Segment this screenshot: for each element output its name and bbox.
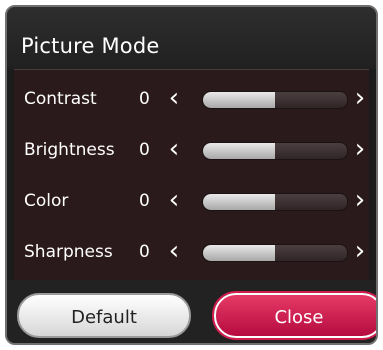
setting-row-contrast: Contrast 0 ‹ › — [14, 78, 369, 118]
decrease-arrow-icon[interactable]: ‹ — [163, 186, 185, 214]
color-slider[interactable] — [202, 193, 348, 211]
button-bar: Default Close — [7, 280, 376, 343]
slider-fill — [203, 245, 275, 261]
close-button[interactable]: Close — [214, 293, 376, 338]
slider-fill — [203, 194, 275, 210]
title-bar: Picture Mode — [7, 7, 376, 69]
setting-value: 0 — [139, 191, 150, 211]
setting-value: 0 — [139, 140, 150, 160]
default-button[interactable]: Default — [17, 293, 191, 338]
settings-panel: Contrast 0 ‹ › Brightness 0 ‹ › Color 0 … — [14, 69, 369, 281]
setting-label: Brightness — [24, 140, 115, 160]
dialog-title: Picture Mode — [21, 34, 160, 58]
decrease-arrow-icon[interactable]: ‹ — [163, 84, 185, 112]
setting-row-brightness: Brightness 0 ‹ › — [14, 129, 369, 169]
setting-label: Contrast — [24, 89, 97, 109]
setting-value: 0 — [139, 89, 150, 109]
increase-arrow-icon[interactable]: › — [349, 186, 371, 214]
increase-arrow-icon[interactable]: › — [349, 135, 371, 163]
increase-arrow-icon[interactable]: › — [349, 84, 371, 112]
decrease-arrow-icon[interactable]: ‹ — [163, 237, 185, 265]
setting-row-color: Color 0 ‹ › — [14, 180, 369, 220]
decrease-arrow-icon[interactable]: ‹ — [163, 135, 185, 163]
setting-label: Color — [24, 191, 69, 211]
picture-mode-dialog: Picture Mode Contrast 0 ‹ › Brightness 0… — [5, 5, 378, 345]
setting-row-sharpness: Sharpness 0 ‹ › — [14, 231, 369, 271]
brightness-slider[interactable] — [202, 142, 348, 160]
setting-value: 0 — [139, 242, 150, 262]
slider-fill — [203, 92, 275, 108]
setting-label: Sharpness — [24, 242, 113, 262]
sharpness-slider[interactable] — [202, 244, 348, 262]
contrast-slider[interactable] — [202, 91, 348, 109]
increase-arrow-icon[interactable]: › — [349, 237, 371, 265]
slider-fill — [203, 143, 275, 159]
